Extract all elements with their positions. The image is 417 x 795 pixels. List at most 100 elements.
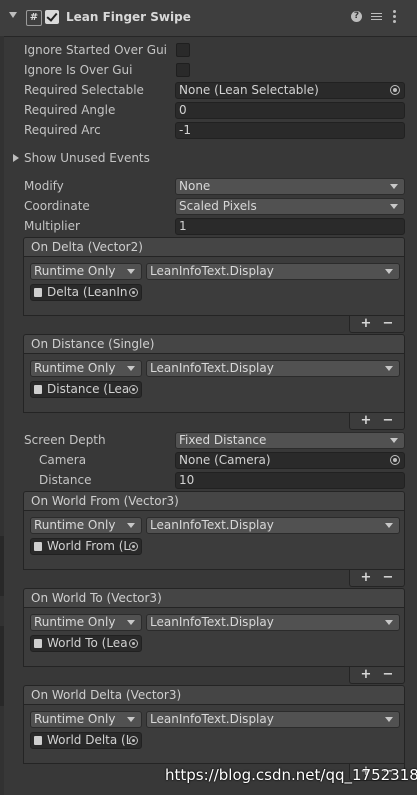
remove-listener-button[interactable]: − (378, 316, 398, 332)
chevron-down-icon (390, 184, 398, 189)
camera-value: None (Camera) (179, 453, 271, 467)
event-on-world-delta: On World Delta (Vector3) Runtime Only Le… (23, 685, 405, 781)
component-header: # Lean Finger Swipe ? (0, 0, 417, 37)
runtime-mode-dropdown[interactable]: Runtime Only (30, 263, 142, 280)
add-listener-button[interactable]: + (356, 667, 376, 683)
function-dropdown[interactable]: LeanInfoText.Display (146, 711, 400, 728)
watermark-text: https://blog.csdn.net/qq_17523181 (165, 766, 417, 784)
runtime-mode-value: Runtime Only (34, 361, 116, 375)
object-icon (34, 639, 42, 648)
add-listener-button[interactable]: + (356, 413, 376, 429)
screen-depth-value: Fixed Distance (179, 433, 267, 447)
target-object-value: World To (Lea (47, 636, 128, 650)
object-icon (34, 736, 42, 745)
presets-icon[interactable] (371, 11, 382, 22)
runtime-mode-value: Runtime Only (34, 264, 116, 278)
inspector-edge (0, 36, 4, 795)
chevron-down-icon (385, 620, 393, 625)
target-object-value: Delta (LeanIn (47, 285, 128, 299)
object-picker-icon[interactable] (129, 542, 138, 551)
screen-depth-label: Screen Depth (24, 433, 106, 447)
object-picker-icon[interactable] (129, 639, 138, 648)
object-picker-icon[interactable] (390, 85, 400, 95)
camera-field[interactable]: None (Camera) (175, 452, 405, 469)
show-unused-events-foldout[interactable]: Show Unused Events (24, 151, 150, 165)
runtime-mode-dropdown[interactable]: Runtime Only (30, 517, 142, 534)
function-value: LeanInfoText.Display (150, 615, 274, 629)
required-angle-input[interactable]: 0 (175, 102, 405, 119)
component-enabled-checkbox[interactable] (45, 10, 59, 24)
object-picker-icon[interactable] (390, 455, 400, 465)
object-picker-icon[interactable] (129, 385, 138, 394)
event-title: On Delta (Vector2) (23, 237, 405, 257)
target-object-field[interactable]: Distance (Lea (30, 381, 142, 398)
context-menu-icon[interactable] (393, 10, 396, 25)
chevron-down-icon (127, 269, 135, 274)
target-object-value: Distance (Lea (47, 382, 130, 396)
function-dropdown[interactable]: LeanInfoText.Display (146, 263, 400, 280)
chevron-down-icon (385, 717, 393, 722)
distance-input[interactable]: 10 (175, 472, 405, 489)
event-title: On World From (Vector3) (23, 491, 405, 511)
coordinate-dropdown[interactable]: Scaled Pixels (175, 198, 405, 215)
target-object-field[interactable]: World From (L (30, 538, 142, 555)
chevron-down-icon (390, 438, 398, 443)
add-listener-button[interactable]: + (356, 570, 376, 586)
event-listener: Runtime Only LeanInfoText.Display Distan… (23, 354, 405, 413)
function-dropdown[interactable]: LeanInfoText.Display (146, 517, 400, 534)
event-listener: Runtime Only LeanInfoText.Display World … (23, 705, 405, 764)
target-object-field[interactable]: Delta (LeanIn (30, 284, 142, 301)
modify-dropdown[interactable]: None (175, 178, 405, 195)
show-unused-arrow-icon[interactable] (13, 154, 19, 162)
object-picker-icon[interactable] (129, 736, 138, 745)
event-title: On World To (Vector3) (23, 588, 405, 608)
object-icon (34, 288, 42, 297)
event-listener: Runtime Only LeanInfoText.Display World … (23, 511, 405, 570)
function-value: LeanInfoText.Display (150, 712, 274, 726)
multiplier-input[interactable]: 1 (175, 218, 405, 235)
required-selectable-value: None (Lean Selectable) (179, 83, 319, 97)
event-listener: Runtime Only LeanInfoText.Display Delta … (23, 257, 405, 316)
event-on-delta: On Delta (Vector2) Runtime Only LeanInfo… (23, 237, 405, 333)
list-footer: + − (349, 570, 405, 587)
runtime-mode-dropdown[interactable]: Runtime Only (30, 711, 142, 728)
event-listener: Runtime Only LeanInfoText.Display World … (23, 608, 405, 667)
required-angle-label: Required Angle (24, 103, 116, 117)
object-picker-icon[interactable] (129, 288, 138, 297)
distance-label: Distance (39, 473, 92, 487)
required-selectable-label: Required Selectable (24, 83, 144, 97)
function-dropdown[interactable]: LeanInfoText.Display (146, 360, 400, 377)
ignore-started-checkbox[interactable] (176, 43, 190, 57)
screen-depth-dropdown[interactable]: Fixed Distance (175, 432, 405, 449)
ignore-is-over-checkbox[interactable] (176, 63, 190, 77)
list-footer: + − (349, 413, 405, 430)
required-arc-input[interactable]: -1 (175, 122, 405, 139)
event-on-world-from: On World From (Vector3) Runtime Only Lea… (23, 491, 405, 587)
coordinate-label: Coordinate (24, 199, 90, 213)
add-listener-button[interactable]: + (356, 316, 376, 332)
remove-listener-button[interactable]: − (378, 667, 398, 683)
remove-listener-button[interactable]: − (378, 413, 398, 429)
foldout-arrow-icon[interactable] (9, 12, 17, 18)
help-icon[interactable]: ? (351, 11, 362, 22)
chevron-down-icon (385, 269, 393, 274)
runtime-mode-dropdown[interactable]: Runtime Only (30, 360, 142, 377)
chevron-down-icon (390, 204, 398, 209)
target-object-field[interactable]: World Delta (L (30, 732, 142, 749)
function-dropdown[interactable]: LeanInfoText.Display (146, 614, 400, 631)
chevron-down-icon (127, 366, 135, 371)
multiplier-label: Multiplier (24, 219, 80, 233)
chevron-down-icon (127, 523, 135, 528)
runtime-mode-value: Runtime Only (34, 712, 116, 726)
runtime-mode-dropdown[interactable]: Runtime Only (30, 614, 142, 631)
required-selectable-field[interactable]: None (Lean Selectable) (175, 82, 405, 99)
list-footer: + − (349, 316, 405, 333)
target-object-field[interactable]: World To (Lea (30, 635, 142, 652)
object-icon (34, 542, 42, 551)
remove-listener-button[interactable]: − (378, 570, 398, 586)
ignore-is-over-label: Ignore Is Over Gui (24, 63, 133, 77)
modify-label: Modify (24, 179, 64, 193)
coordinate-value: Scaled Pixels (179, 199, 257, 213)
target-object-value: World From (L (47, 539, 131, 553)
list-footer: + − (349, 667, 405, 684)
